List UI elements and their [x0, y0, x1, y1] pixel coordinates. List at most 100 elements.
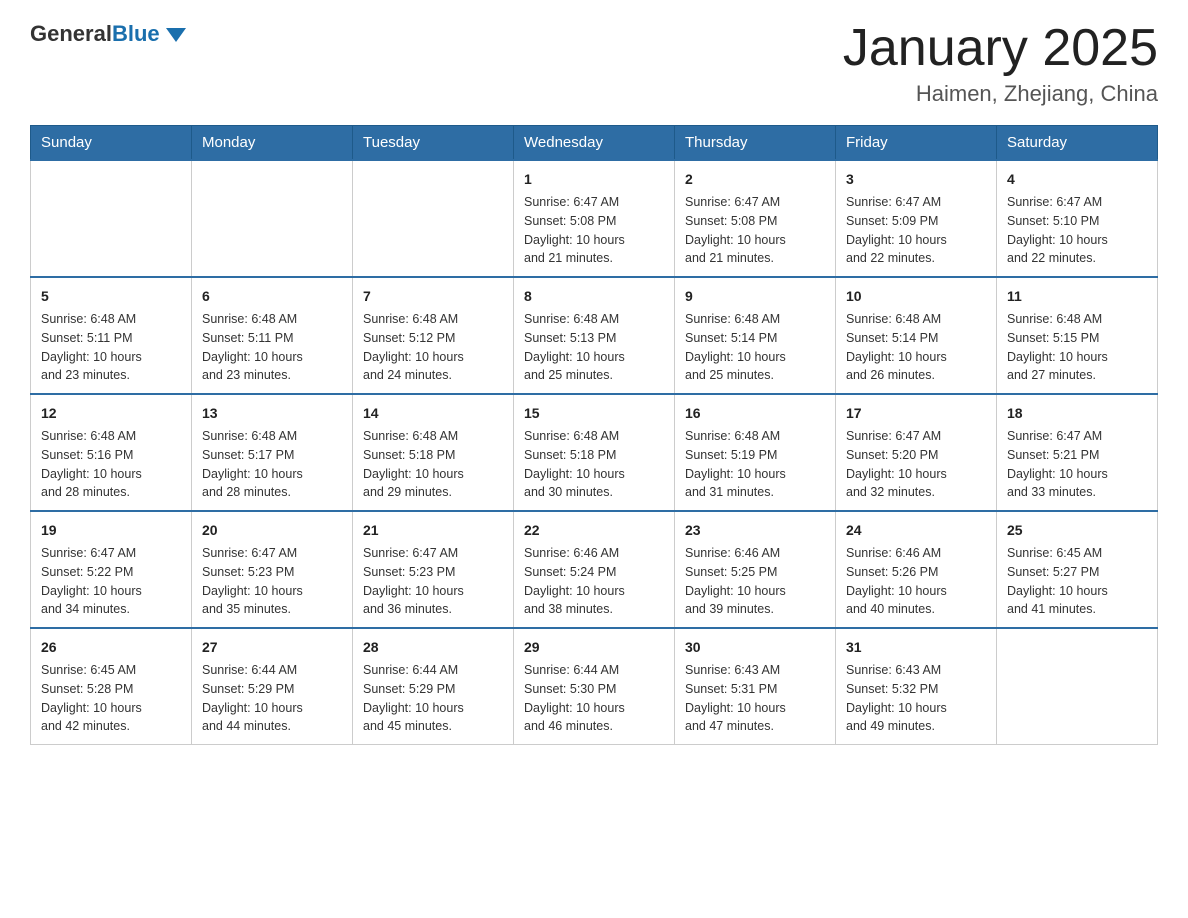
day-info: Sunrise: 6:44 AM	[524, 661, 664, 680]
day-info: and 23 minutes.	[41, 366, 181, 385]
day-info: Sunset: 5:27 PM	[1007, 563, 1147, 582]
day-number: 29	[524, 637, 664, 658]
day-info: and 47 minutes.	[685, 717, 825, 736]
day-info: Sunset: 5:14 PM	[685, 329, 825, 348]
day-info: Sunset: 5:10 PM	[1007, 212, 1147, 231]
day-info: Sunrise: 6:48 AM	[202, 427, 342, 446]
day-info: Sunrise: 6:48 AM	[41, 427, 181, 446]
day-info: and 30 minutes.	[524, 483, 664, 502]
day-info: Sunrise: 6:48 AM	[846, 310, 986, 329]
day-number: 11	[1007, 286, 1147, 307]
calendar-subtitle: Haimen, Zhejiang, China	[843, 81, 1158, 107]
calendar-cell: 11Sunrise: 6:48 AMSunset: 5:15 PMDayligh…	[997, 277, 1158, 394]
day-info: Sunrise: 6:48 AM	[685, 310, 825, 329]
day-info: Sunset: 5:12 PM	[363, 329, 503, 348]
calendar-cell: 20Sunrise: 6:47 AMSunset: 5:23 PMDayligh…	[192, 511, 353, 628]
day-info: Sunrise: 6:48 AM	[524, 427, 664, 446]
day-info: Daylight: 10 hours	[846, 582, 986, 601]
day-info: Sunrise: 6:45 AM	[1007, 544, 1147, 563]
day-number: 21	[363, 520, 503, 541]
day-number: 17	[846, 403, 986, 424]
day-info: and 42 minutes.	[41, 717, 181, 736]
day-info: Sunset: 5:09 PM	[846, 212, 986, 231]
day-number: 10	[846, 286, 986, 307]
day-info: Daylight: 10 hours	[202, 348, 342, 367]
calendar-cell: 27Sunrise: 6:44 AMSunset: 5:29 PMDayligh…	[192, 628, 353, 745]
calendar-cell: 19Sunrise: 6:47 AMSunset: 5:22 PMDayligh…	[31, 511, 192, 628]
calendar-cell: 2Sunrise: 6:47 AMSunset: 5:08 PMDaylight…	[675, 160, 836, 277]
day-info: Sunrise: 6:44 AM	[202, 661, 342, 680]
calendar-cell	[353, 160, 514, 277]
day-info: and 31 minutes.	[685, 483, 825, 502]
day-info: Sunset: 5:28 PM	[41, 680, 181, 699]
day-info: and 44 minutes.	[202, 717, 342, 736]
weekday-header-thursday: Thursday	[675, 126, 836, 161]
day-info: Sunrise: 6:47 AM	[202, 544, 342, 563]
day-info: Sunrise: 6:47 AM	[685, 193, 825, 212]
calendar-cell: 13Sunrise: 6:48 AMSunset: 5:17 PMDayligh…	[192, 394, 353, 511]
day-info: Sunrise: 6:48 AM	[524, 310, 664, 329]
day-info: Daylight: 10 hours	[846, 348, 986, 367]
calendar-cell: 8Sunrise: 6:48 AMSunset: 5:13 PMDaylight…	[514, 277, 675, 394]
day-info: and 22 minutes.	[846, 249, 986, 268]
day-info: and 25 minutes.	[685, 366, 825, 385]
day-number: 24	[846, 520, 986, 541]
day-info: Daylight: 10 hours	[524, 582, 664, 601]
calendar-cell: 6Sunrise: 6:48 AMSunset: 5:11 PMDaylight…	[192, 277, 353, 394]
day-number: 1	[524, 169, 664, 190]
day-number: 15	[524, 403, 664, 424]
day-info: Sunset: 5:11 PM	[202, 329, 342, 348]
calendar-cell: 9Sunrise: 6:48 AMSunset: 5:14 PMDaylight…	[675, 277, 836, 394]
day-info: Sunset: 5:18 PM	[363, 446, 503, 465]
day-info: Daylight: 10 hours	[846, 699, 986, 718]
day-info: Sunrise: 6:47 AM	[41, 544, 181, 563]
day-info: Daylight: 10 hours	[41, 699, 181, 718]
calendar-cell: 31Sunrise: 6:43 AMSunset: 5:32 PMDayligh…	[836, 628, 997, 745]
day-info: and 26 minutes.	[846, 366, 986, 385]
day-number: 4	[1007, 169, 1147, 190]
day-info: Sunrise: 6:43 AM	[846, 661, 986, 680]
calendar-title: January 2025	[843, 20, 1158, 77]
calendar-cell: 3Sunrise: 6:47 AMSunset: 5:09 PMDaylight…	[836, 160, 997, 277]
day-info: Daylight: 10 hours	[846, 231, 986, 250]
day-info: Sunrise: 6:46 AM	[846, 544, 986, 563]
day-info: Sunrise: 6:47 AM	[524, 193, 664, 212]
day-info: Daylight: 10 hours	[41, 465, 181, 484]
day-info: and 45 minutes.	[363, 717, 503, 736]
calendar-cell: 28Sunrise: 6:44 AMSunset: 5:29 PMDayligh…	[353, 628, 514, 745]
day-info: Daylight: 10 hours	[524, 348, 664, 367]
day-info: Sunrise: 6:48 AM	[41, 310, 181, 329]
weekday-header-wednesday: Wednesday	[514, 126, 675, 161]
day-info: and 33 minutes.	[1007, 483, 1147, 502]
day-info: Daylight: 10 hours	[685, 582, 825, 601]
day-info: and 46 minutes.	[524, 717, 664, 736]
day-number: 5	[41, 286, 181, 307]
calendar-cell: 26Sunrise: 6:45 AMSunset: 5:28 PMDayligh…	[31, 628, 192, 745]
weekday-header-monday: Monday	[192, 126, 353, 161]
day-info: and 36 minutes.	[363, 600, 503, 619]
day-number: 22	[524, 520, 664, 541]
day-info: Daylight: 10 hours	[363, 699, 503, 718]
day-number: 2	[685, 169, 825, 190]
day-info: Daylight: 10 hours	[685, 465, 825, 484]
day-number: 18	[1007, 403, 1147, 424]
calendar-cell: 10Sunrise: 6:48 AMSunset: 5:14 PMDayligh…	[836, 277, 997, 394]
calendar-cell: 21Sunrise: 6:47 AMSunset: 5:23 PMDayligh…	[353, 511, 514, 628]
day-number: 31	[846, 637, 986, 658]
day-number: 27	[202, 637, 342, 658]
calendar-cell	[192, 160, 353, 277]
day-info: and 21 minutes.	[524, 249, 664, 268]
day-number: 8	[524, 286, 664, 307]
day-info: and 29 minutes.	[363, 483, 503, 502]
day-info: Sunrise: 6:48 AM	[363, 427, 503, 446]
logo-general: General	[30, 21, 112, 46]
day-info: Sunrise: 6:47 AM	[846, 427, 986, 446]
day-info: and 27 minutes.	[1007, 366, 1147, 385]
calendar-cell: 15Sunrise: 6:48 AMSunset: 5:18 PMDayligh…	[514, 394, 675, 511]
day-info: and 40 minutes.	[846, 600, 986, 619]
calendar-cell: 12Sunrise: 6:48 AMSunset: 5:16 PMDayligh…	[31, 394, 192, 511]
day-number: 30	[685, 637, 825, 658]
day-info: Sunset: 5:25 PM	[685, 563, 825, 582]
day-info: Daylight: 10 hours	[524, 699, 664, 718]
calendar-cell: 24Sunrise: 6:46 AMSunset: 5:26 PMDayligh…	[836, 511, 997, 628]
